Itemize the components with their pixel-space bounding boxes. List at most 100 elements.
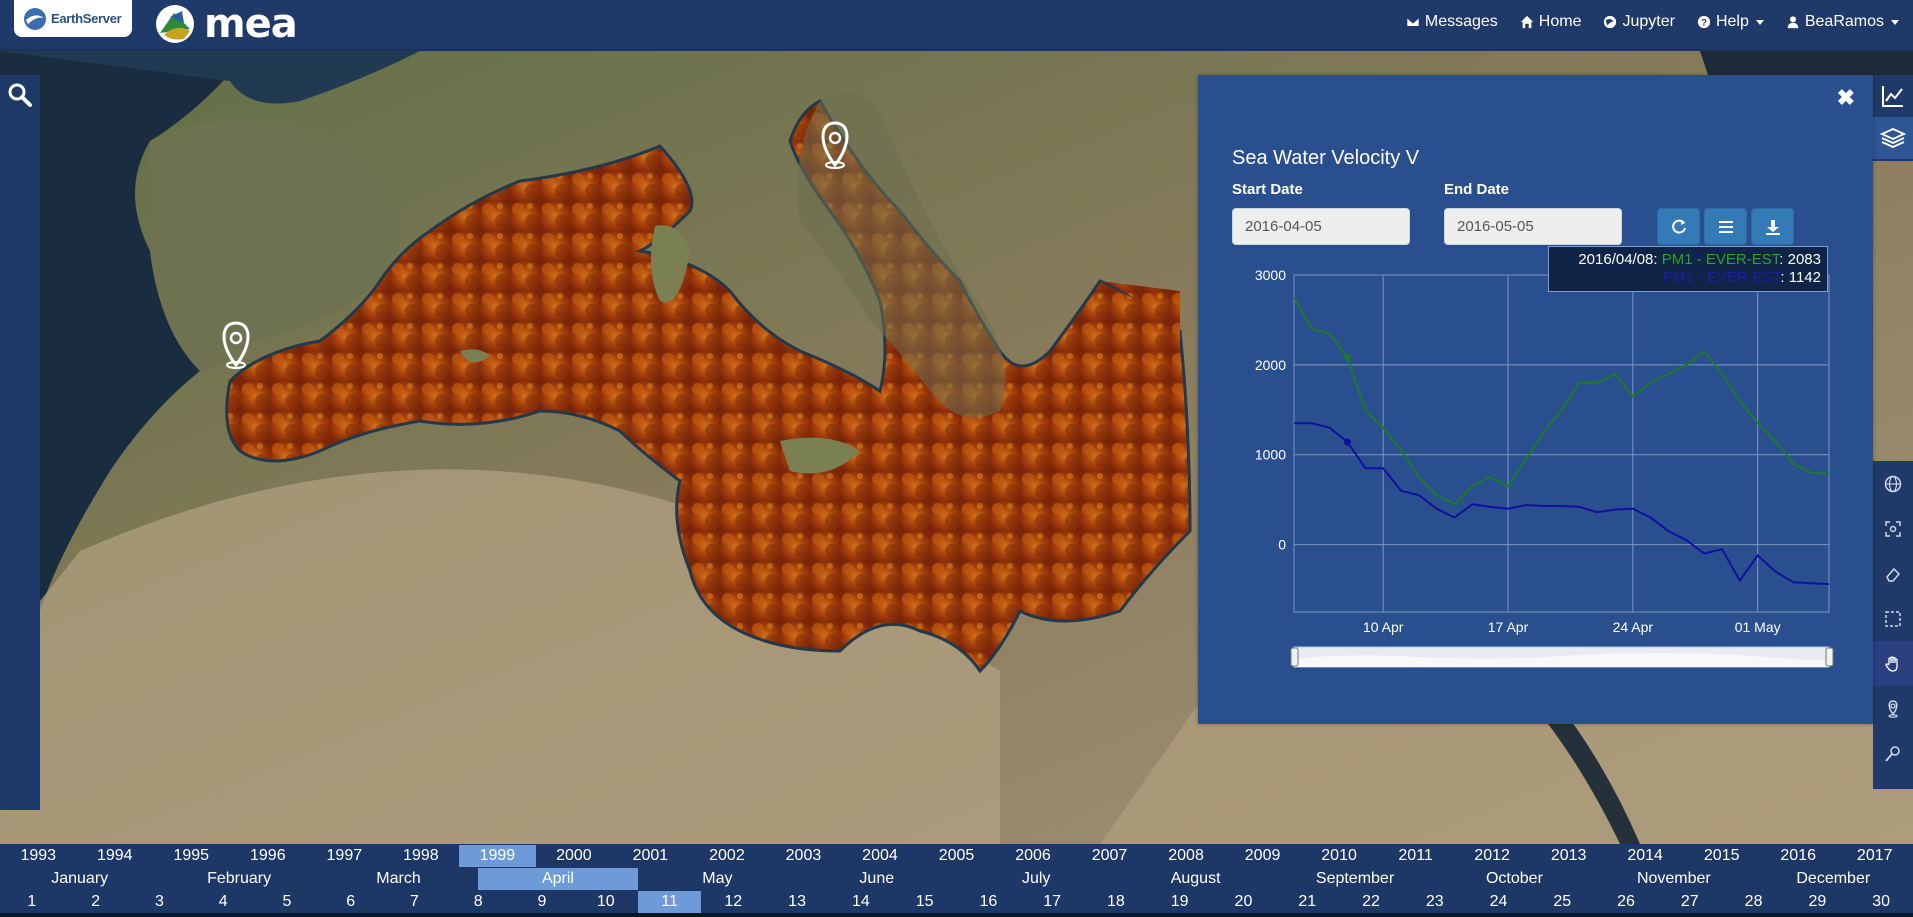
year-2016[interactable]: 2016 (1760, 845, 1837, 867)
day-29[interactable]: 29 (1785, 891, 1849, 913)
month-august[interactable]: August (1116, 868, 1275, 890)
close-icon[interactable]: ✖ (1837, 85, 1855, 111)
year-2010[interactable]: 2010 (1301, 845, 1378, 867)
year-2000[interactable]: 2000 (536, 845, 613, 867)
day-14[interactable]: 14 (829, 891, 893, 913)
month-november[interactable]: November (1594, 868, 1753, 890)
day-2[interactable]: 2 (64, 891, 128, 913)
year-2011[interactable]: 2011 (1377, 845, 1454, 867)
year-2002[interactable]: 2002 (689, 845, 766, 867)
timeseries-chart[interactable]: 3000 2000 1000 0 10 Apr 17 Apr 24 Apr 01 May (1198, 245, 1873, 685)
day-16[interactable]: 16 (957, 891, 1021, 913)
year-1997[interactable]: 1997 (306, 845, 383, 867)
y-tick-label: 2000 (1255, 357, 1286, 373)
pin-tool-icon (1885, 745, 1900, 762)
month-february[interactable]: February (159, 868, 318, 890)
place-marker-button[interactable] (1873, 686, 1913, 731)
download-button[interactable] (1751, 208, 1794, 245)
select-box-button[interactable] (1873, 596, 1913, 641)
year-2014[interactable]: 2014 (1607, 845, 1684, 867)
search-button[interactable] (6, 81, 34, 109)
nav-user[interactable]: BeaRamos (1786, 13, 1899, 31)
month-july[interactable]: July (957, 868, 1116, 890)
year-2015[interactable]: 2015 (1683, 845, 1760, 867)
day-28[interactable]: 28 (1722, 891, 1786, 913)
year-1993[interactable]: 1993 (0, 845, 77, 867)
day-25[interactable]: 25 (1530, 891, 1594, 913)
day-11[interactable]: 11 (637, 891, 702, 913)
year-2012[interactable]: 2012 (1454, 845, 1531, 867)
year-1995[interactable]: 1995 (153, 845, 230, 867)
day-13[interactable]: 13 (765, 891, 829, 913)
y-tick-label: 1000 (1255, 447, 1286, 463)
list-button[interactable] (1704, 208, 1747, 245)
year-2007[interactable]: 2007 (1071, 845, 1148, 867)
day-17[interactable]: 17 (1020, 891, 1084, 913)
day-1[interactable]: 1 (0, 891, 64, 913)
year-1996[interactable]: 1996 (230, 845, 307, 867)
year-1999[interactable]: 1999 (459, 845, 536, 867)
eraser-button[interactable] (1873, 551, 1913, 596)
day-10[interactable]: 10 (574, 891, 638, 913)
day-21[interactable]: 21 (1275, 891, 1339, 913)
zoom-extent-button[interactable] (1873, 506, 1913, 551)
month-june[interactable]: June (797, 868, 956, 890)
day-12[interactable]: 12 (701, 891, 765, 913)
zoom-extent-icon (1885, 520, 1901, 537)
month-january[interactable]: January (0, 868, 159, 890)
day-15[interactable]: 15 (893, 891, 957, 913)
chart-toggle-button[interactable] (1873, 75, 1913, 117)
year-1994[interactable]: 1994 (77, 845, 154, 867)
pan-button[interactable] (1873, 641, 1913, 686)
year-1998[interactable]: 1998 (383, 845, 460, 867)
day-24[interactable]: 24 (1467, 891, 1531, 913)
nav-home[interactable]: Home (1520, 13, 1581, 31)
layers-toggle-button[interactable] (1873, 117, 1913, 159)
measure-button[interactable] (1873, 731, 1913, 776)
day-3[interactable]: 3 (128, 891, 192, 913)
day-26[interactable]: 26 (1594, 891, 1658, 913)
day-23[interactable]: 23 (1403, 891, 1467, 913)
month-december[interactable]: December (1754, 868, 1913, 890)
day-7[interactable]: 7 (383, 891, 447, 913)
mea-emblem-icon (156, 5, 194, 43)
day-27[interactable]: 27 (1658, 891, 1722, 913)
refresh-button[interactable] (1657, 208, 1700, 245)
year-2004[interactable]: 2004 (842, 845, 919, 867)
day-8[interactable]: 8 (446, 891, 510, 913)
earthserver-logo[interactable]: EarthServer (14, 0, 132, 37)
globe-view-button[interactable] (1873, 461, 1913, 506)
year-2008[interactable]: 2008 (1148, 845, 1225, 867)
month-september[interactable]: September (1275, 868, 1434, 890)
start-date-input[interactable] (1232, 208, 1410, 245)
nav-user-label: BeaRamos (1804, 13, 1884, 30)
day-20[interactable]: 20 (1212, 891, 1276, 913)
year-2005[interactable]: 2005 (918, 845, 995, 867)
year-2001[interactable]: 2001 (612, 845, 689, 867)
year-2013[interactable]: 2013 (1530, 845, 1607, 867)
year-2003[interactable]: 2003 (765, 845, 842, 867)
day-4[interactable]: 4 (191, 891, 255, 913)
end-date-input[interactable] (1444, 208, 1622, 245)
mea-logo[interactable]: mea (154, 1, 298, 47)
month-may[interactable]: May (638, 868, 797, 890)
nav-help[interactable]: ? Help (1697, 13, 1764, 31)
day-19[interactable]: 19 (1148, 891, 1212, 913)
month-april[interactable]: April (478, 868, 638, 890)
month-october[interactable]: October (1435, 868, 1594, 890)
day-30[interactable]: 30 (1849, 891, 1913, 913)
month-march[interactable]: March (319, 868, 478, 890)
map-pin-icon (1888, 699, 1898, 718)
year-2017[interactable]: 2017 (1836, 845, 1913, 867)
year-2009[interactable]: 2009 (1224, 845, 1301, 867)
nav-messages[interactable]: Messages (1406, 13, 1498, 31)
year-2006[interactable]: 2006 (995, 845, 1072, 867)
nav-jupyter[interactable]: Jupyter (1603, 13, 1675, 31)
day-22[interactable]: 22 (1339, 891, 1403, 913)
day-9[interactable]: 9 (510, 891, 574, 913)
day-18[interactable]: 18 (1084, 891, 1148, 913)
timeline-scrubber[interactable] (0, 913, 1913, 917)
day-6[interactable]: 6 (319, 891, 383, 913)
top-navbar: EarthServer mea Messages Home Jupyter ? … (0, 0, 1913, 50)
day-5[interactable]: 5 (255, 891, 319, 913)
